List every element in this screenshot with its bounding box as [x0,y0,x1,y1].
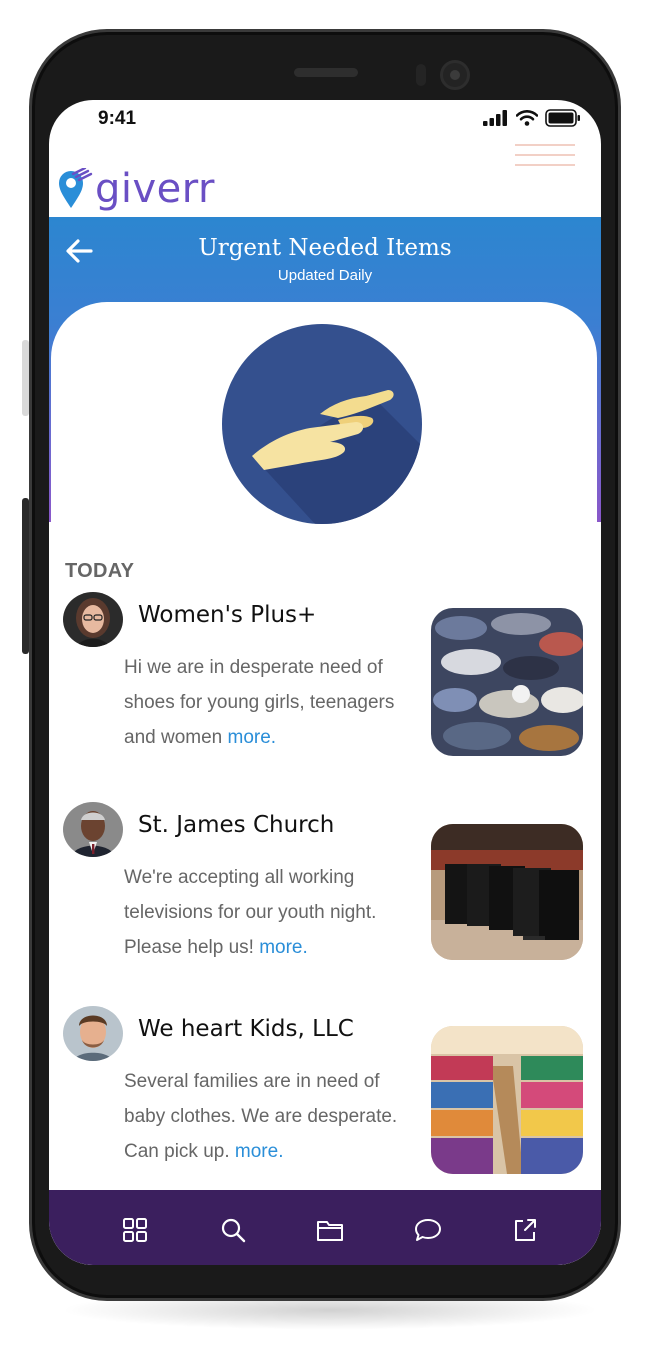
post-text: We're accepting all working televisions … [124,860,414,965]
chat-icon[interactable] [412,1214,444,1246]
share-icon[interactable] [509,1214,541,1246]
page-title: Urgent Needed Items [198,235,452,261]
bottom-nav [49,1190,601,1265]
post-text: Several families are in need of baby clo… [124,1064,414,1169]
giving-hands-icon [222,324,422,524]
more-link[interactable]: more. [228,727,277,748]
org-name[interactable]: Women's Plus+ [138,602,316,628]
app-screen: 9:41 giverr Urgent Needed Items Updated … [49,100,601,1265]
hamburger-menu-icon[interactable] [515,144,575,174]
app-logo[interactable]: giverr [57,166,215,212]
search-icon[interactable] [217,1214,249,1246]
org-name[interactable]: St. James Church [138,812,334,838]
logo-text: giverr [95,166,215,212]
power-button [22,498,29,654]
wifi-icon [516,110,538,126]
volume-button [22,340,29,416]
signal-icon [483,110,507,126]
avatar[interactable] [63,802,123,857]
page-subtitle: Updated Daily [277,267,373,284]
status-icons [483,108,581,128]
clothing-racks-photo[interactable] [431,1026,583,1174]
pile-of-shoes-photo[interactable] [431,608,583,756]
more-link[interactable]: more. [259,937,308,958]
avatar[interactable] [63,592,123,647]
folder-icon[interactable] [314,1214,346,1246]
org-name[interactable]: We heart Kids, LLC [138,1016,354,1042]
grid-icon[interactable] [119,1214,151,1246]
front-camera [440,60,470,90]
stacked-televisions-photo[interactable] [431,824,583,960]
status-time: 9:41 [98,108,137,129]
section-label-today: TODAY [65,560,135,582]
more-link[interactable]: more. [235,1141,284,1162]
battery-icon [545,109,580,127]
location-pin-icon [59,168,93,208]
post-body: We're accepting all working televisions … [124,867,377,958]
avatar[interactable] [63,1006,123,1061]
post-text: Hi we are in desperate need of shoes for… [124,650,414,755]
proximity-sensor [416,64,426,86]
earpiece [294,68,358,77]
